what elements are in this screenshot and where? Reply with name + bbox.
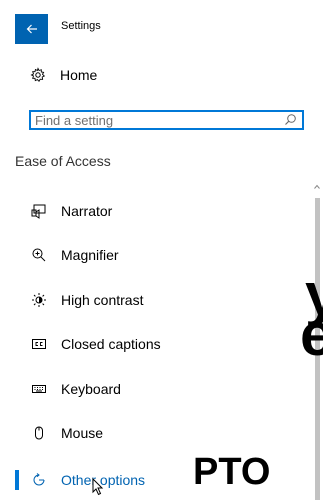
- selection-indicator: [15, 470, 19, 490]
- mouse-pointer-icon: [92, 478, 104, 496]
- search-icon[interactable]: [284, 113, 297, 126]
- home-label: Home: [60, 67, 98, 83]
- scroll-up-arrow-icon[interactable]: [314, 184, 320, 190]
- back-button[interactable]: [15, 14, 48, 44]
- nav-item-label: Closed captions: [61, 336, 161, 352]
- nav-item-narrator[interactable]: Narrator: [30, 198, 112, 224]
- settings-pane: Settings Home Ease of Access Narrator: [0, 0, 322, 500]
- nav-item-label: Narrator: [61, 203, 113, 219]
- keyboard-icon: [30, 380, 48, 398]
- nav-item-magnifier[interactable]: Magnifier: [30, 242, 119, 268]
- arrow-left-icon: [26, 24, 37, 34]
- titlebar: Settings: [0, 0, 322, 44]
- nav-item-keyboard[interactable]: Keyboard: [30, 376, 121, 402]
- closed-captions-icon: [30, 335, 48, 353]
- nav-item-other-options[interactable]: Other options: [30, 467, 145, 493]
- nav-item-high-contrast[interactable]: High contrast: [30, 287, 143, 313]
- nav-item-label: High contrast: [61, 292, 144, 308]
- nav-item-label: Keyboard: [61, 381, 121, 397]
- background-text-pto: PTO: [193, 451, 271, 493]
- high-contrast-icon: [30, 291, 48, 309]
- window-title: Settings: [61, 20, 101, 32]
- mouse-icon: [30, 424, 48, 442]
- nav-item-label: Magnifier: [61, 247, 119, 263]
- section-header: Ease of Access: [15, 153, 111, 169]
- narrator-icon: [30, 202, 48, 220]
- search-box[interactable]: [29, 110, 304, 130]
- other-options-icon: [30, 471, 48, 489]
- nav-item-mouse[interactable]: Mouse: [30, 420, 103, 446]
- nav-item-label: Mouse: [61, 425, 104, 441]
- gear-icon: [30, 67, 46, 83]
- nav-item-closed-captions[interactable]: Closed captions: [30, 331, 161, 357]
- search-input[interactable]: [35, 112, 275, 128]
- background-text-fragment: e: [300, 305, 323, 365]
- magnifier-icon: [30, 246, 48, 264]
- home-link[interactable]: Home: [30, 62, 97, 88]
